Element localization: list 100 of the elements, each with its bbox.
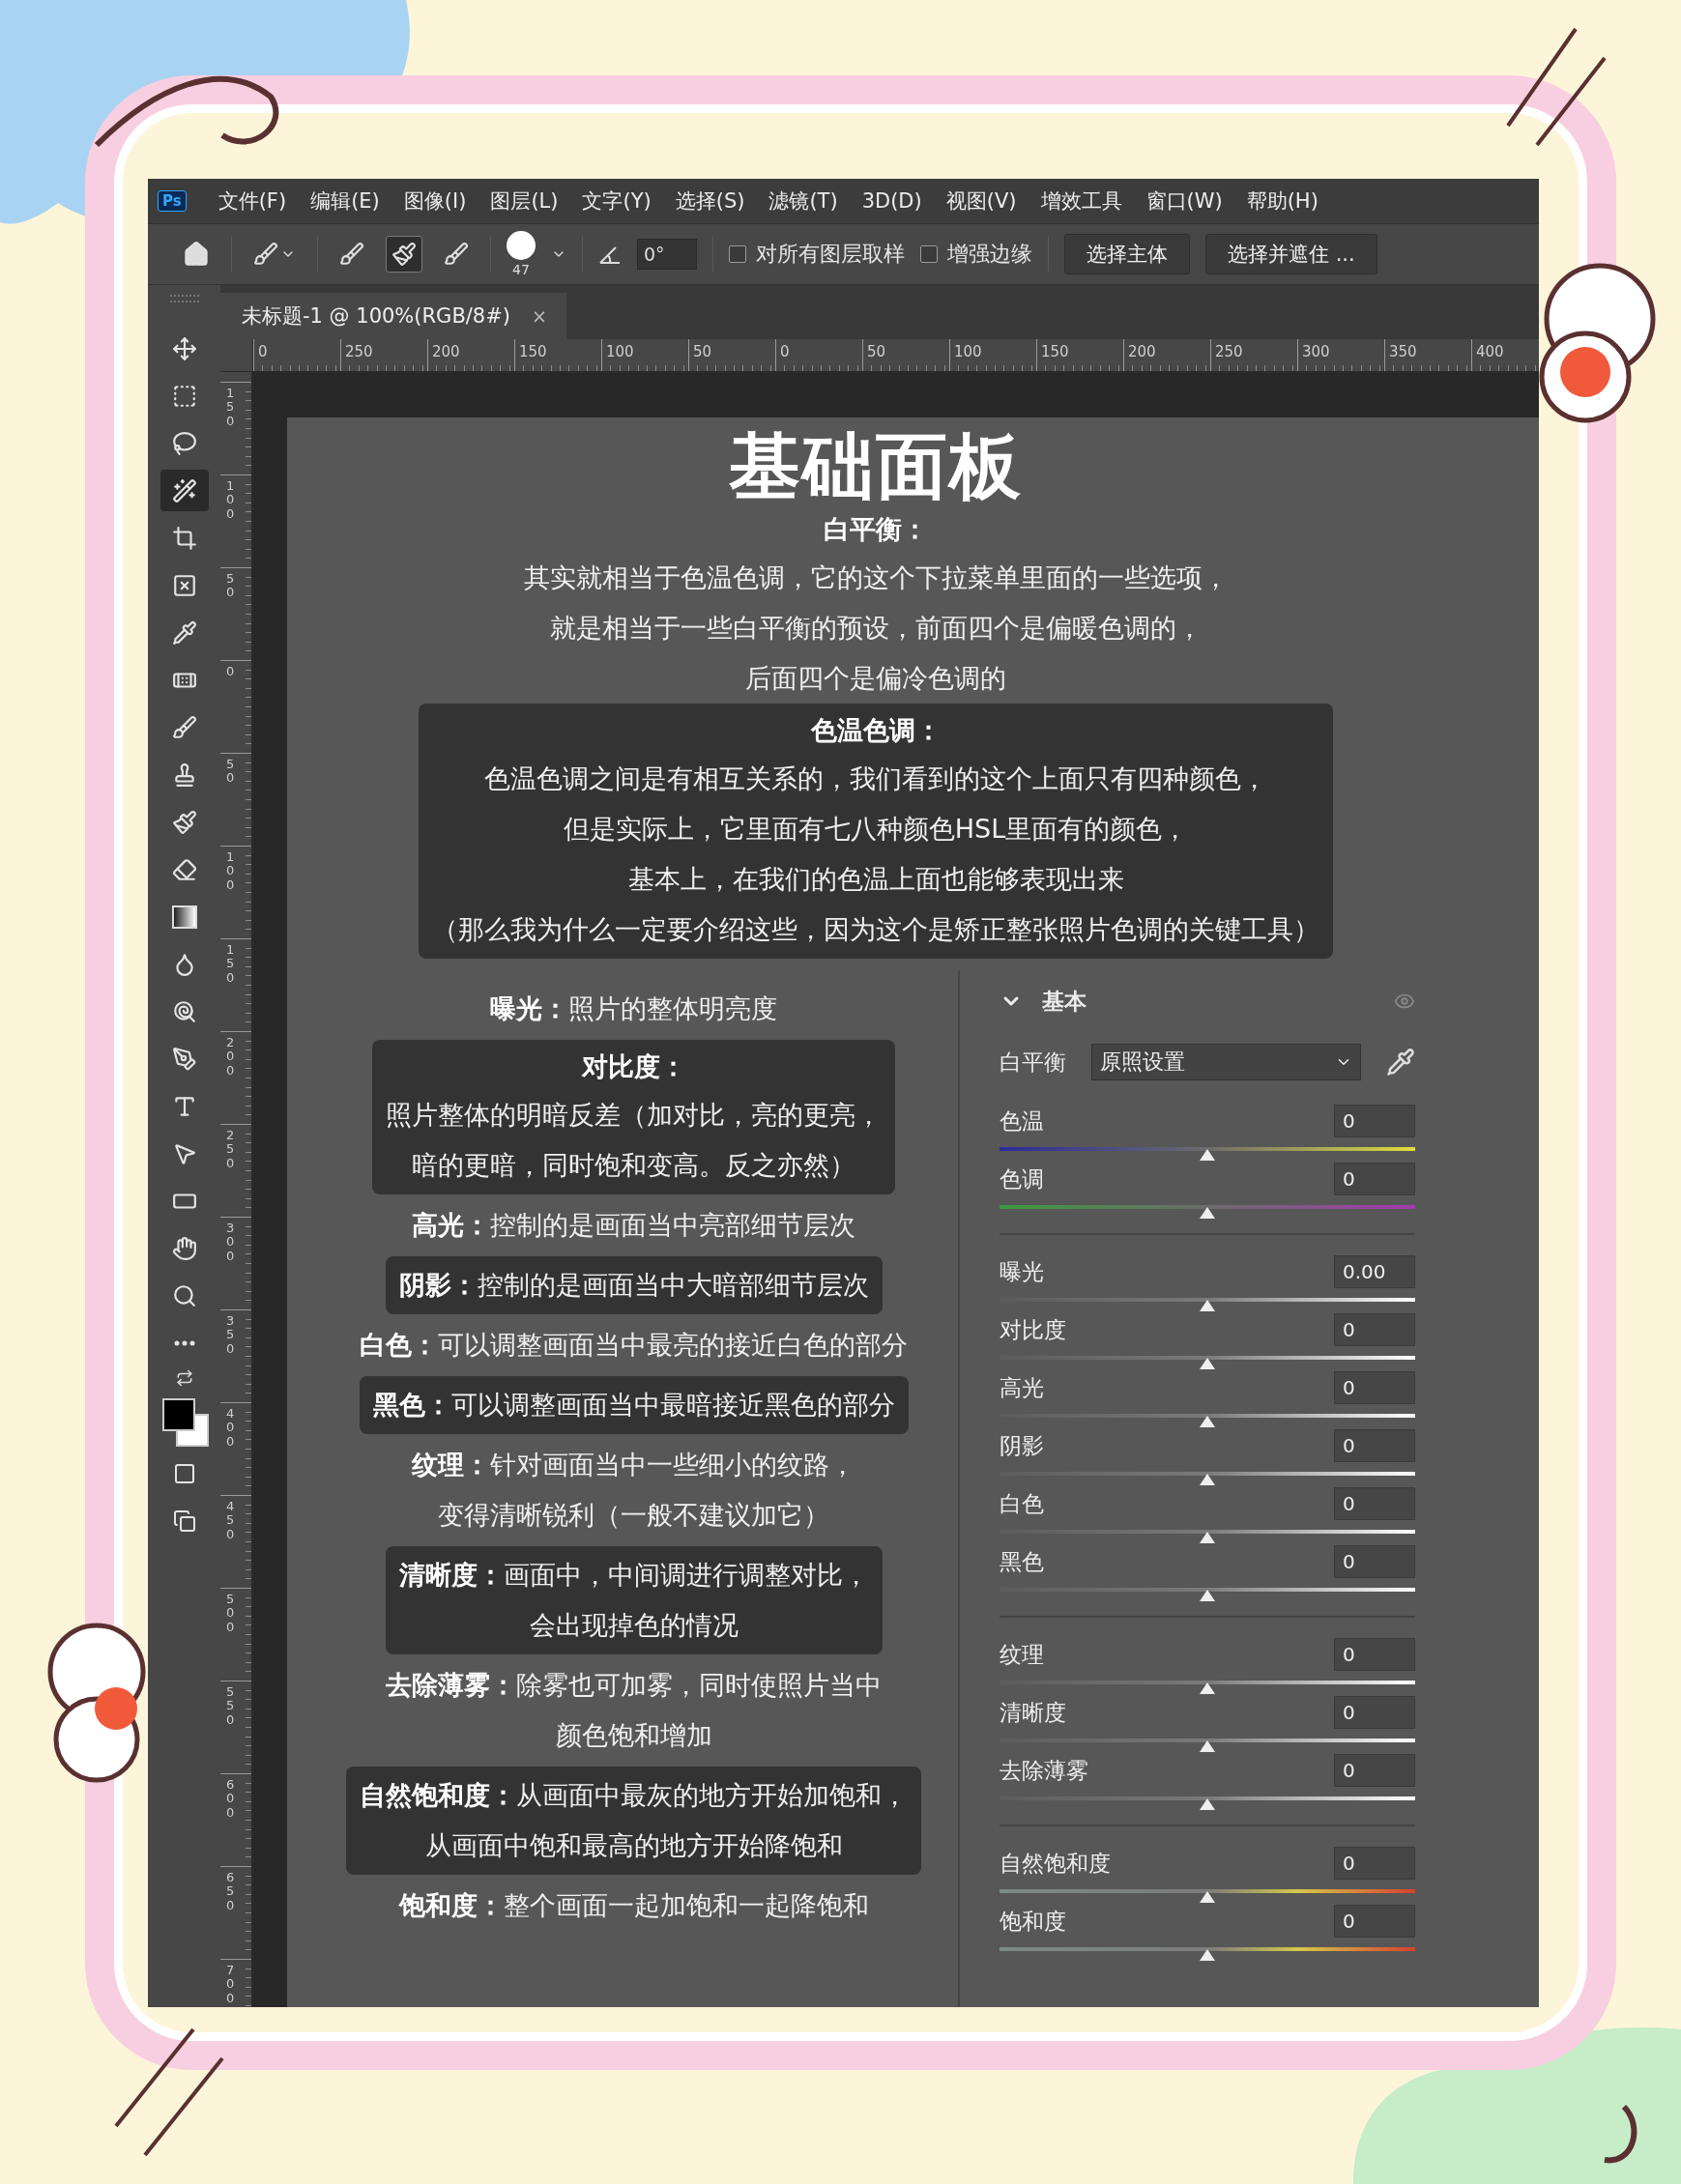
value-field[interactable]: 0 bbox=[1334, 1696, 1415, 1730]
text-line: 白色：可以调整画面当中最亮的接近白色的部分 bbox=[360, 1329, 908, 1362]
square-icon bbox=[172, 1461, 196, 1485]
value-field[interactable]: 0 bbox=[1334, 1371, 1415, 1405]
ruler-number: 250 bbox=[345, 343, 373, 360]
menu-item[interactable]: 视图(V) bbox=[945, 187, 1017, 215]
value-field[interactable]: 0 bbox=[1334, 1163, 1415, 1196]
value-field[interactable]: 0 bbox=[1334, 1487, 1415, 1521]
ruler-number: 50 bbox=[693, 343, 712, 360]
text-line: 基本上，在我们的色温上面也能够表现出来 bbox=[627, 863, 1124, 896]
menu-item[interactable]: 文件(F) bbox=[217, 187, 287, 215]
ruler-number: 50 bbox=[867, 343, 886, 360]
option-button[interactable]: 选择主体 bbox=[1064, 234, 1190, 274]
text-line: 曝光：照片的整体明亮度 bbox=[490, 992, 777, 1025]
slider-label: 纹理 bbox=[1000, 1640, 1044, 1669]
selection-mode-button[interactable] bbox=[386, 236, 422, 273]
grip-handle[interactable] bbox=[169, 295, 199, 302]
slider-thumb[interactable] bbox=[1200, 1589, 1215, 1601]
ruler-number: 300 bbox=[226, 1221, 236, 1263]
preset-dropdown[interactable]: 原照设置 bbox=[1091, 1044, 1361, 1080]
ruler-number: 200 bbox=[226, 1036, 236, 1078]
text-line: 其实就相当于色温色调，它的这个下拉菜单里面的一些选项， bbox=[523, 561, 1229, 594]
brush-icon bbox=[253, 242, 278, 267]
slider-thumb[interactable] bbox=[1200, 1473, 1215, 1485]
value-field[interactable]: 0 bbox=[1334, 1638, 1415, 1672]
ruler-number: 200 bbox=[432, 343, 460, 360]
slider-label: 阴影 bbox=[1000, 1431, 1044, 1460]
menu-item[interactable]: 选择(S) bbox=[675, 187, 745, 215]
wand-icon bbox=[171, 477, 197, 503]
value-field[interactable]: 0 bbox=[1334, 1905, 1415, 1939]
crop-icon bbox=[171, 525, 197, 551]
slider-label: 白色 bbox=[1000, 1489, 1044, 1518]
document-title: 基础面板 bbox=[728, 425, 1024, 506]
angle-field[interactable]: 0° bbox=[637, 239, 697, 270]
text-line: 会出现掉色的情况 bbox=[529, 1609, 739, 1642]
value-field[interactable]: 0.00 bbox=[1334, 1255, 1415, 1289]
slider-thumb[interactable] bbox=[1200, 1415, 1215, 1427]
slider-label: 高光 bbox=[1000, 1373, 1044, 1402]
menu-item[interactable]: 增效工具 bbox=[1040, 187, 1122, 215]
text-line: 就是相当于一些白平衡的预设，前面四个是偏暖色调的， bbox=[549, 612, 1203, 645]
document-tab[interactable]: 未标题-1 @ 100%(RGB/8#) × bbox=[220, 293, 566, 339]
close-button[interactable]: × bbox=[532, 305, 547, 327]
text-line: 暗的更暗，同时饱和变高。反之亦然） bbox=[412, 1149, 855, 1182]
zoom-icon bbox=[171, 1282, 197, 1308]
color-swatches bbox=[159, 1396, 209, 1447]
slider-thumb[interactable] bbox=[1200, 1890, 1215, 1903]
menu-item[interactable]: 帮助(H) bbox=[1246, 187, 1319, 215]
value-field[interactable]: 0 bbox=[1334, 1847, 1415, 1881]
hand-icon bbox=[171, 1235, 197, 1261]
slider-thumb[interactable] bbox=[1200, 1299, 1215, 1311]
menu-item[interactable]: 3D(D) bbox=[861, 189, 922, 213]
value-field[interactable]: 0 bbox=[1334, 1313, 1415, 1347]
text-line: 自然饱和度：从画面中最灰的地方开始加饱和， bbox=[360, 1779, 908, 1812]
slider-label: 曝光 bbox=[1000, 1257, 1044, 1286]
ruler-number: 400 bbox=[1476, 343, 1504, 360]
ruler-number: 500 bbox=[226, 1593, 236, 1634]
menu-item[interactable]: 窗口(W) bbox=[1145, 187, 1223, 215]
text-line: 黑色：可以调整画面当中最暗接近黑色的部分 bbox=[372, 1389, 895, 1422]
ruler-number: 50 bbox=[226, 758, 236, 786]
value-field[interactable]: 0 bbox=[1334, 1545, 1415, 1579]
ruler-number: 550 bbox=[226, 1685, 236, 1727]
checkbox[interactable] bbox=[920, 245, 938, 263]
menu-item[interactable]: 滤镜(T) bbox=[768, 187, 838, 215]
text-line: 变得清晰锐利（一般不建议加它） bbox=[438, 1499, 829, 1532]
ruler-number: 0 bbox=[780, 343, 790, 360]
slider-thumb[interactable] bbox=[1200, 1357, 1215, 1369]
ruler-number: 150 bbox=[519, 343, 547, 360]
lollipop-icon bbox=[171, 998, 197, 1024]
ruler-number: 50 bbox=[226, 572, 236, 600]
slider-label: 色调 bbox=[1000, 1164, 1044, 1193]
pen-icon bbox=[171, 1046, 197, 1072]
app-logo: Ps bbox=[158, 190, 187, 212]
brush-icon bbox=[171, 714, 197, 740]
lasso-icon bbox=[171, 430, 197, 456]
slider-thumb[interactable] bbox=[1200, 1681, 1215, 1694]
ruler-number: 650 bbox=[226, 1871, 236, 1912]
slider-thumb[interactable] bbox=[1200, 1148, 1215, 1161]
menu-item[interactable]: 编辑(E) bbox=[310, 187, 380, 215]
tool-button[interactable] bbox=[159, 470, 209, 511]
option-button[interactable]: 选择并遮住 ... bbox=[1205, 234, 1377, 274]
menu-item[interactable]: 文字(Y) bbox=[582, 187, 652, 215]
slider-thumb[interactable] bbox=[1200, 1531, 1215, 1543]
value-field[interactable]: 0 bbox=[1334, 1429, 1415, 1463]
checkbox[interactable] bbox=[729, 245, 746, 263]
value-field[interactable]: 0 bbox=[1334, 1754, 1415, 1788]
value-field[interactable]: 0 bbox=[1334, 1105, 1415, 1138]
slider-thumb[interactable] bbox=[1200, 1797, 1215, 1810]
ruler-number: 150 bbox=[226, 387, 236, 428]
slider-thumb[interactable] bbox=[1200, 1206, 1215, 1219]
text-line: 颜色饱和增加 bbox=[555, 1719, 712, 1752]
doodle-drawing bbox=[1604, 2105, 1638, 2164]
eyedropper-icon[interactable] bbox=[1386, 1048, 1415, 1077]
ruler-number: 0 bbox=[258, 343, 268, 360]
slider-thumb[interactable] bbox=[1200, 1948, 1215, 1961]
eyedropper-icon bbox=[171, 619, 197, 646]
menu-item[interactable]: 图像(I) bbox=[403, 187, 467, 215]
slider-thumb[interactable] bbox=[1200, 1739, 1215, 1752]
menu-item[interactable]: 图层(L) bbox=[490, 187, 559, 215]
dashed-square-icon bbox=[171, 383, 197, 409]
ruler-number: 350 bbox=[226, 1314, 236, 1356]
